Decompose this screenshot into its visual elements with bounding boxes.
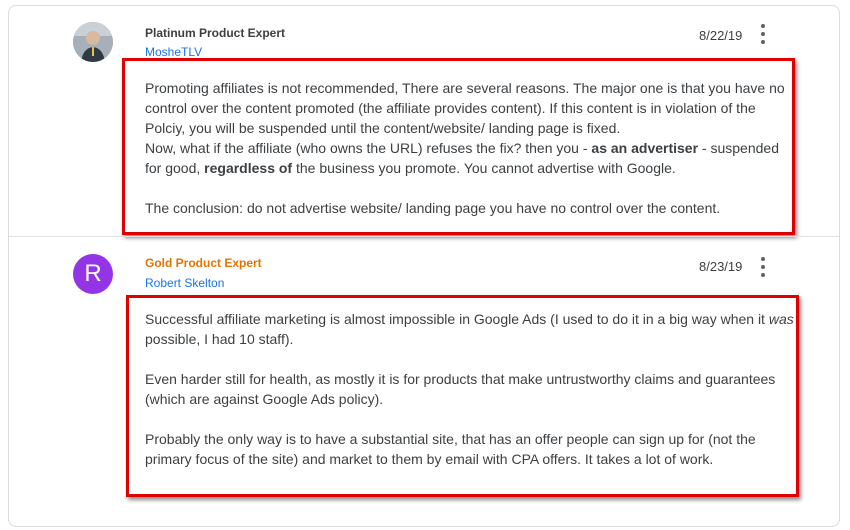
- bold-text: regardless of: [204, 160, 293, 176]
- more-vert-icon-dot: [761, 265, 765, 269]
- italic-text: was: [768, 311, 794, 327]
- bold-text: as an advertiser: [591, 140, 699, 156]
- more-options-button[interactable]: [754, 255, 772, 279]
- reply-paragraph: Promoting affiliates is not recommended,…: [145, 80, 785, 136]
- reply-paragraph: Successful affiliate marketing is almost…: [145, 309, 795, 349]
- reply-text: Successful affiliate marketing is almost…: [145, 311, 769, 327]
- more-vert-icon-dot: [761, 273, 765, 277]
- reply-paragraph: Even harder still for health, as mostly …: [145, 371, 776, 407]
- more-vert-icon-dot: [761, 32, 765, 36]
- expert-badge-label: Gold Product Expert: [145, 256, 262, 270]
- reply-text: Now, what if the affiliate (who owns the…: [145, 140, 592, 156]
- reply-body: Successful affiliate marketing is almost…: [145, 309, 795, 469]
- more-vert-icon-dot: [761, 40, 765, 44]
- more-vert-icon: [761, 257, 765, 261]
- post-date: 8/23/19: [699, 259, 743, 274]
- avatar-photo-icon: [73, 22, 113, 62]
- expert-badge-label: Platinum Product Expert: [145, 26, 286, 40]
- avatar[interactable]: R: [73, 254, 113, 294]
- reply-body: Promoting affiliates is not recommended,…: [145, 78, 795, 218]
- reply-paragraph: Probably the only way is to have a subst…: [145, 431, 756, 467]
- reply-paragraph: The conclusion: do not advertise website…: [145, 200, 721, 216]
- username-link[interactable]: MosheTLV: [145, 45, 202, 59]
- reply-post: R Gold Product Expert Robert Skelton 8/2…: [9, 236, 839, 526]
- username-link[interactable]: Robert Skelton: [145, 276, 224, 290]
- reply-text: possible, I had 10 staff).: [145, 331, 294, 347]
- reply-text: the business you promote. You cannot adv…: [292, 160, 676, 176]
- more-options-button[interactable]: [754, 22, 772, 46]
- thread-replies-card: Platinum Product Expert MosheTLV 8/22/19…: [8, 5, 840, 527]
- reply-paragraph: Now, what if the affiliate (who owns the…: [145, 138, 795, 178]
- post-date: 8/22/19: [699, 28, 743, 43]
- avatar[interactable]: [73, 22, 113, 62]
- reply-post: Platinum Product Expert MosheTLV 8/22/19…: [9, 6, 839, 236]
- more-vert-icon: [761, 24, 765, 28]
